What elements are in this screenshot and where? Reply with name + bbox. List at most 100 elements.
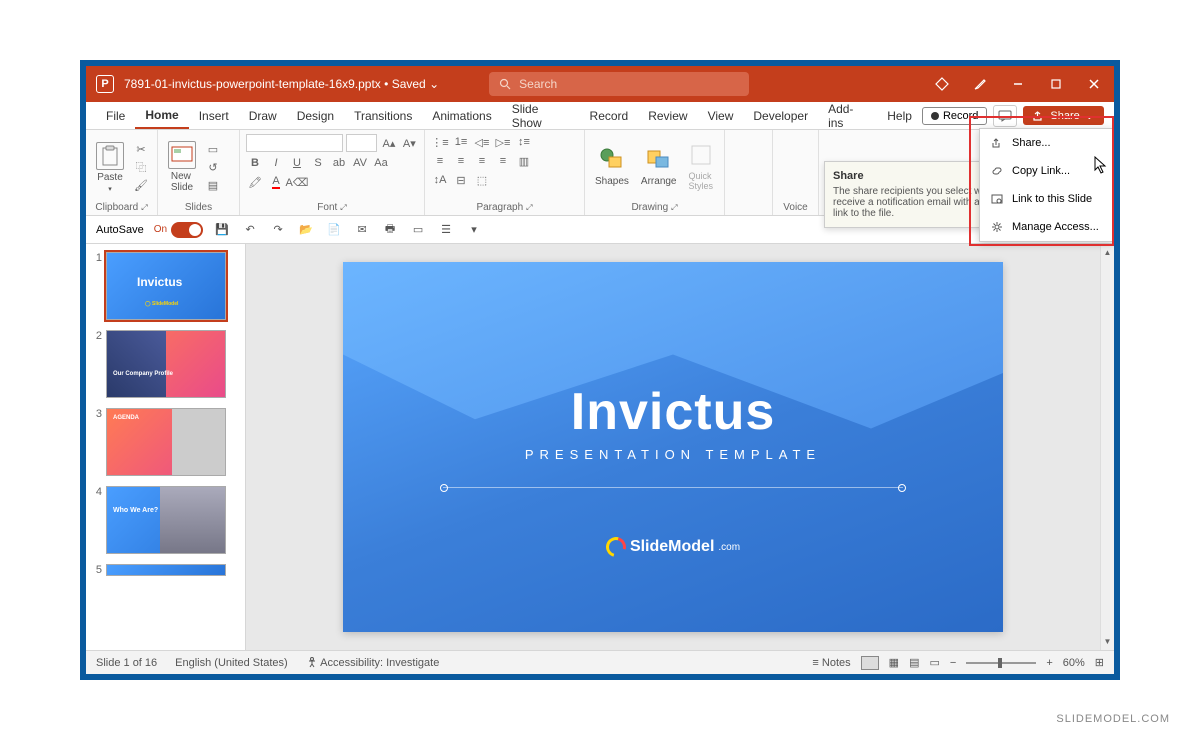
document-title[interactable]: 7891-01-invictus-powerpoint-template-16x…: [124, 77, 439, 91]
thumbnail-1[interactable]: 1 Invictus◯ SlideModel: [90, 252, 241, 320]
slide-thumbnails-panel[interactable]: 1 Invictus◯ SlideModel 2 Our Company Pro…: [86, 244, 246, 650]
pen-icon[interactable]: [970, 74, 990, 94]
zoom-in-button[interactable]: +: [1046, 657, 1052, 669]
zoom-out-button[interactable]: −: [950, 657, 956, 669]
align-left-button[interactable]: ≡: [431, 153, 449, 169]
increase-font-button[interactable]: A▴: [380, 135, 397, 151]
share-button[interactable]: Share ⌄: [1023, 106, 1104, 125]
sorter-view-button[interactable]: ▦: [889, 656, 899, 669]
minimize-button[interactable]: [1008, 74, 1028, 94]
bullets-button[interactable]: ⋮≡: [431, 134, 449, 150]
numbering-button[interactable]: 1≡: [452, 134, 470, 150]
case-button[interactable]: Aa: [372, 155, 390, 171]
align-text-button[interactable]: ⊟: [452, 172, 470, 188]
maximize-button[interactable]: [1046, 74, 1066, 94]
language-indicator[interactable]: English (United States): [175, 657, 288, 669]
bold-button[interactable]: B: [246, 155, 264, 171]
new-slide-button[interactable]: New Slide: [164, 139, 200, 195]
autosave-toggle[interactable]: [171, 222, 203, 238]
qat-print-button[interactable]: 🖶: [381, 221, 399, 239]
strikethrough-button[interactable]: S: [309, 155, 327, 171]
scrollbar-vertical[interactable]: ▲ ▼: [1100, 244, 1114, 650]
tab-file[interactable]: File: [96, 102, 135, 129]
tab-slide-show[interactable]: Slide Show: [502, 102, 580, 129]
comments-button[interactable]: [993, 105, 1017, 127]
font-color-button[interactable]: A: [267, 174, 285, 190]
arrange-button[interactable]: Arrange: [637, 145, 681, 189]
text-direction-button[interactable]: ↕A: [431, 172, 449, 188]
tab-help[interactable]: Help: [877, 102, 922, 129]
underline-button[interactable]: U: [288, 155, 306, 171]
zoom-level[interactable]: 60%: [1063, 657, 1085, 669]
slide-indicator[interactable]: Slide 1 of 16: [96, 657, 157, 669]
indent-decrease-button[interactable]: ◁≡: [473, 134, 491, 150]
quick-styles-button[interactable]: Quick Styles: [685, 142, 718, 193]
section-button[interactable]: ▤: [204, 177, 222, 193]
layout-button[interactable]: ▭: [204, 141, 222, 157]
undo-button[interactable]: ↶: [241, 221, 259, 239]
justify-button[interactable]: ≡: [494, 153, 512, 169]
search-box[interactable]: Search: [489, 72, 749, 96]
accessibility-indicator[interactable]: Accessibility: Investigate: [306, 656, 440, 669]
paste-button[interactable]: Paste ▾: [92, 140, 128, 195]
current-slide[interactable]: Invictus PRESENTATION TEMPLATE SlideMode…: [343, 262, 1003, 632]
zoom-slider[interactable]: [966, 662, 1036, 664]
tab-draw[interactable]: Draw: [239, 102, 287, 129]
share-menu-share[interactable]: Share...: [980, 129, 1113, 157]
tab-home[interactable]: Home: [135, 102, 188, 129]
qat-open-button[interactable]: 📂: [297, 221, 315, 239]
notes-button[interactable]: ≡ Notes: [812, 657, 850, 669]
tab-add-ins[interactable]: Add-ins: [818, 102, 877, 129]
share-menu-copy-link[interactable]: Copy Link...: [980, 157, 1113, 185]
highlight-button[interactable]: 🖍: [246, 174, 264, 190]
tab-transitions[interactable]: Transitions: [344, 102, 422, 129]
clear-format-button[interactable]: A⌫: [288, 174, 306, 190]
align-right-button[interactable]: ≡: [473, 153, 491, 169]
record-button[interactable]: Record: [922, 107, 987, 125]
diamond-icon[interactable]: [932, 74, 952, 94]
scroll-down-icon[interactable]: ▼: [1104, 637, 1112, 646]
thumbnail-3[interactable]: 3 AGENDA: [90, 408, 241, 476]
thumbnail-4[interactable]: 4 Who We Are?: [90, 486, 241, 554]
qat-new-button[interactable]: 📄: [325, 221, 343, 239]
shapes-button[interactable]: Shapes: [591, 145, 633, 189]
format-painter-button[interactable]: 🖌: [132, 177, 150, 193]
reset-button[interactable]: ↺: [204, 159, 222, 175]
close-button[interactable]: [1084, 74, 1104, 94]
share-menu-link-slide[interactable]: Link to this Slide: [980, 185, 1113, 213]
align-center-button[interactable]: ≡: [452, 153, 470, 169]
line-spacing-button[interactable]: ↕≡: [515, 134, 533, 150]
tab-design[interactable]: Design: [287, 102, 344, 129]
tab-insert[interactable]: Insert: [189, 102, 239, 129]
normal-view-button[interactable]: [861, 656, 879, 670]
qat-present-button[interactable]: ▭: [409, 221, 427, 239]
share-menu-manage-access[interactable]: Manage Access...: [980, 213, 1113, 241]
save-button[interactable]: 💾: [213, 221, 231, 239]
spacing-button[interactable]: AV: [351, 155, 369, 171]
tab-developer[interactable]: Developer: [743, 102, 818, 129]
smartart-button[interactable]: ⬚: [473, 172, 491, 188]
italic-button[interactable]: I: [267, 155, 285, 171]
font-size-select[interactable]: [346, 134, 378, 152]
shadow-button[interactable]: ab: [330, 155, 348, 171]
scroll-up-icon[interactable]: ▲: [1104, 248, 1112, 257]
slide-editor[interactable]: Invictus PRESENTATION TEMPLATE SlideMode…: [246, 244, 1100, 650]
tab-review[interactable]: Review: [638, 102, 697, 129]
thumbnail-5[interactable]: 5: [90, 564, 241, 576]
cut-button[interactable]: ✂: [132, 141, 150, 157]
copy-button[interactable]: ⿻: [132, 159, 150, 175]
tab-view[interactable]: View: [698, 102, 744, 129]
qat-touch-button[interactable]: ☰: [437, 221, 455, 239]
fit-button[interactable]: ⊞: [1095, 656, 1104, 669]
columns-button[interactable]: ▥: [515, 153, 533, 169]
slideshow-view-button[interactable]: ▭: [929, 656, 939, 669]
decrease-font-button[interactable]: A▾: [401, 135, 418, 151]
indent-increase-button[interactable]: ▷≡: [494, 134, 512, 150]
qat-email-button[interactable]: ✉: [353, 221, 371, 239]
redo-button[interactable]: ↷: [269, 221, 287, 239]
tab-animations[interactable]: Animations: [422, 102, 501, 129]
reading-view-button[interactable]: ▤: [909, 656, 919, 669]
thumbnail-2[interactable]: 2 Our Company Profile: [90, 330, 241, 398]
qat-customize-button[interactable]: ▾: [465, 221, 483, 239]
font-family-select[interactable]: [246, 134, 343, 152]
